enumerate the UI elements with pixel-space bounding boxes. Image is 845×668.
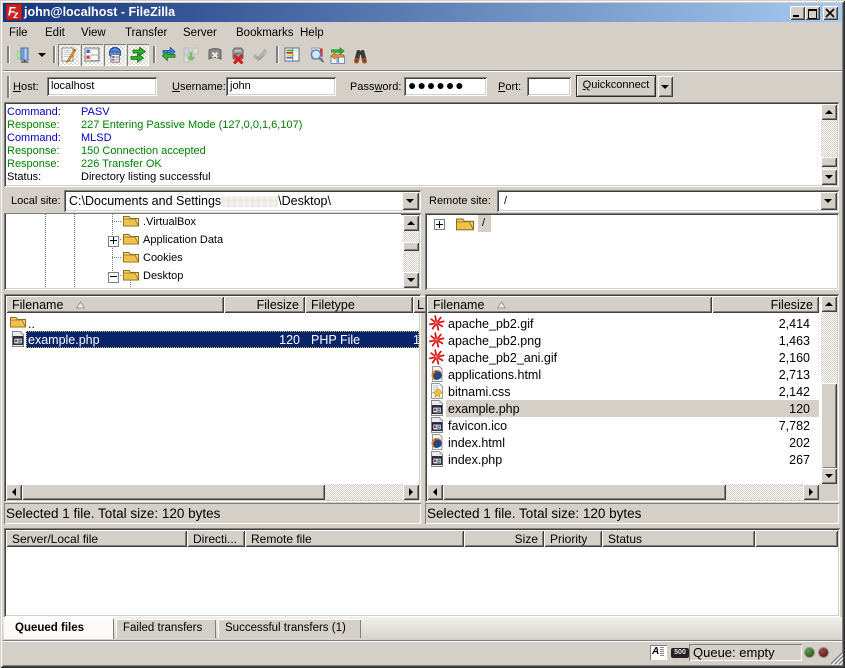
svg-text:z: z — [12, 10, 18, 20]
